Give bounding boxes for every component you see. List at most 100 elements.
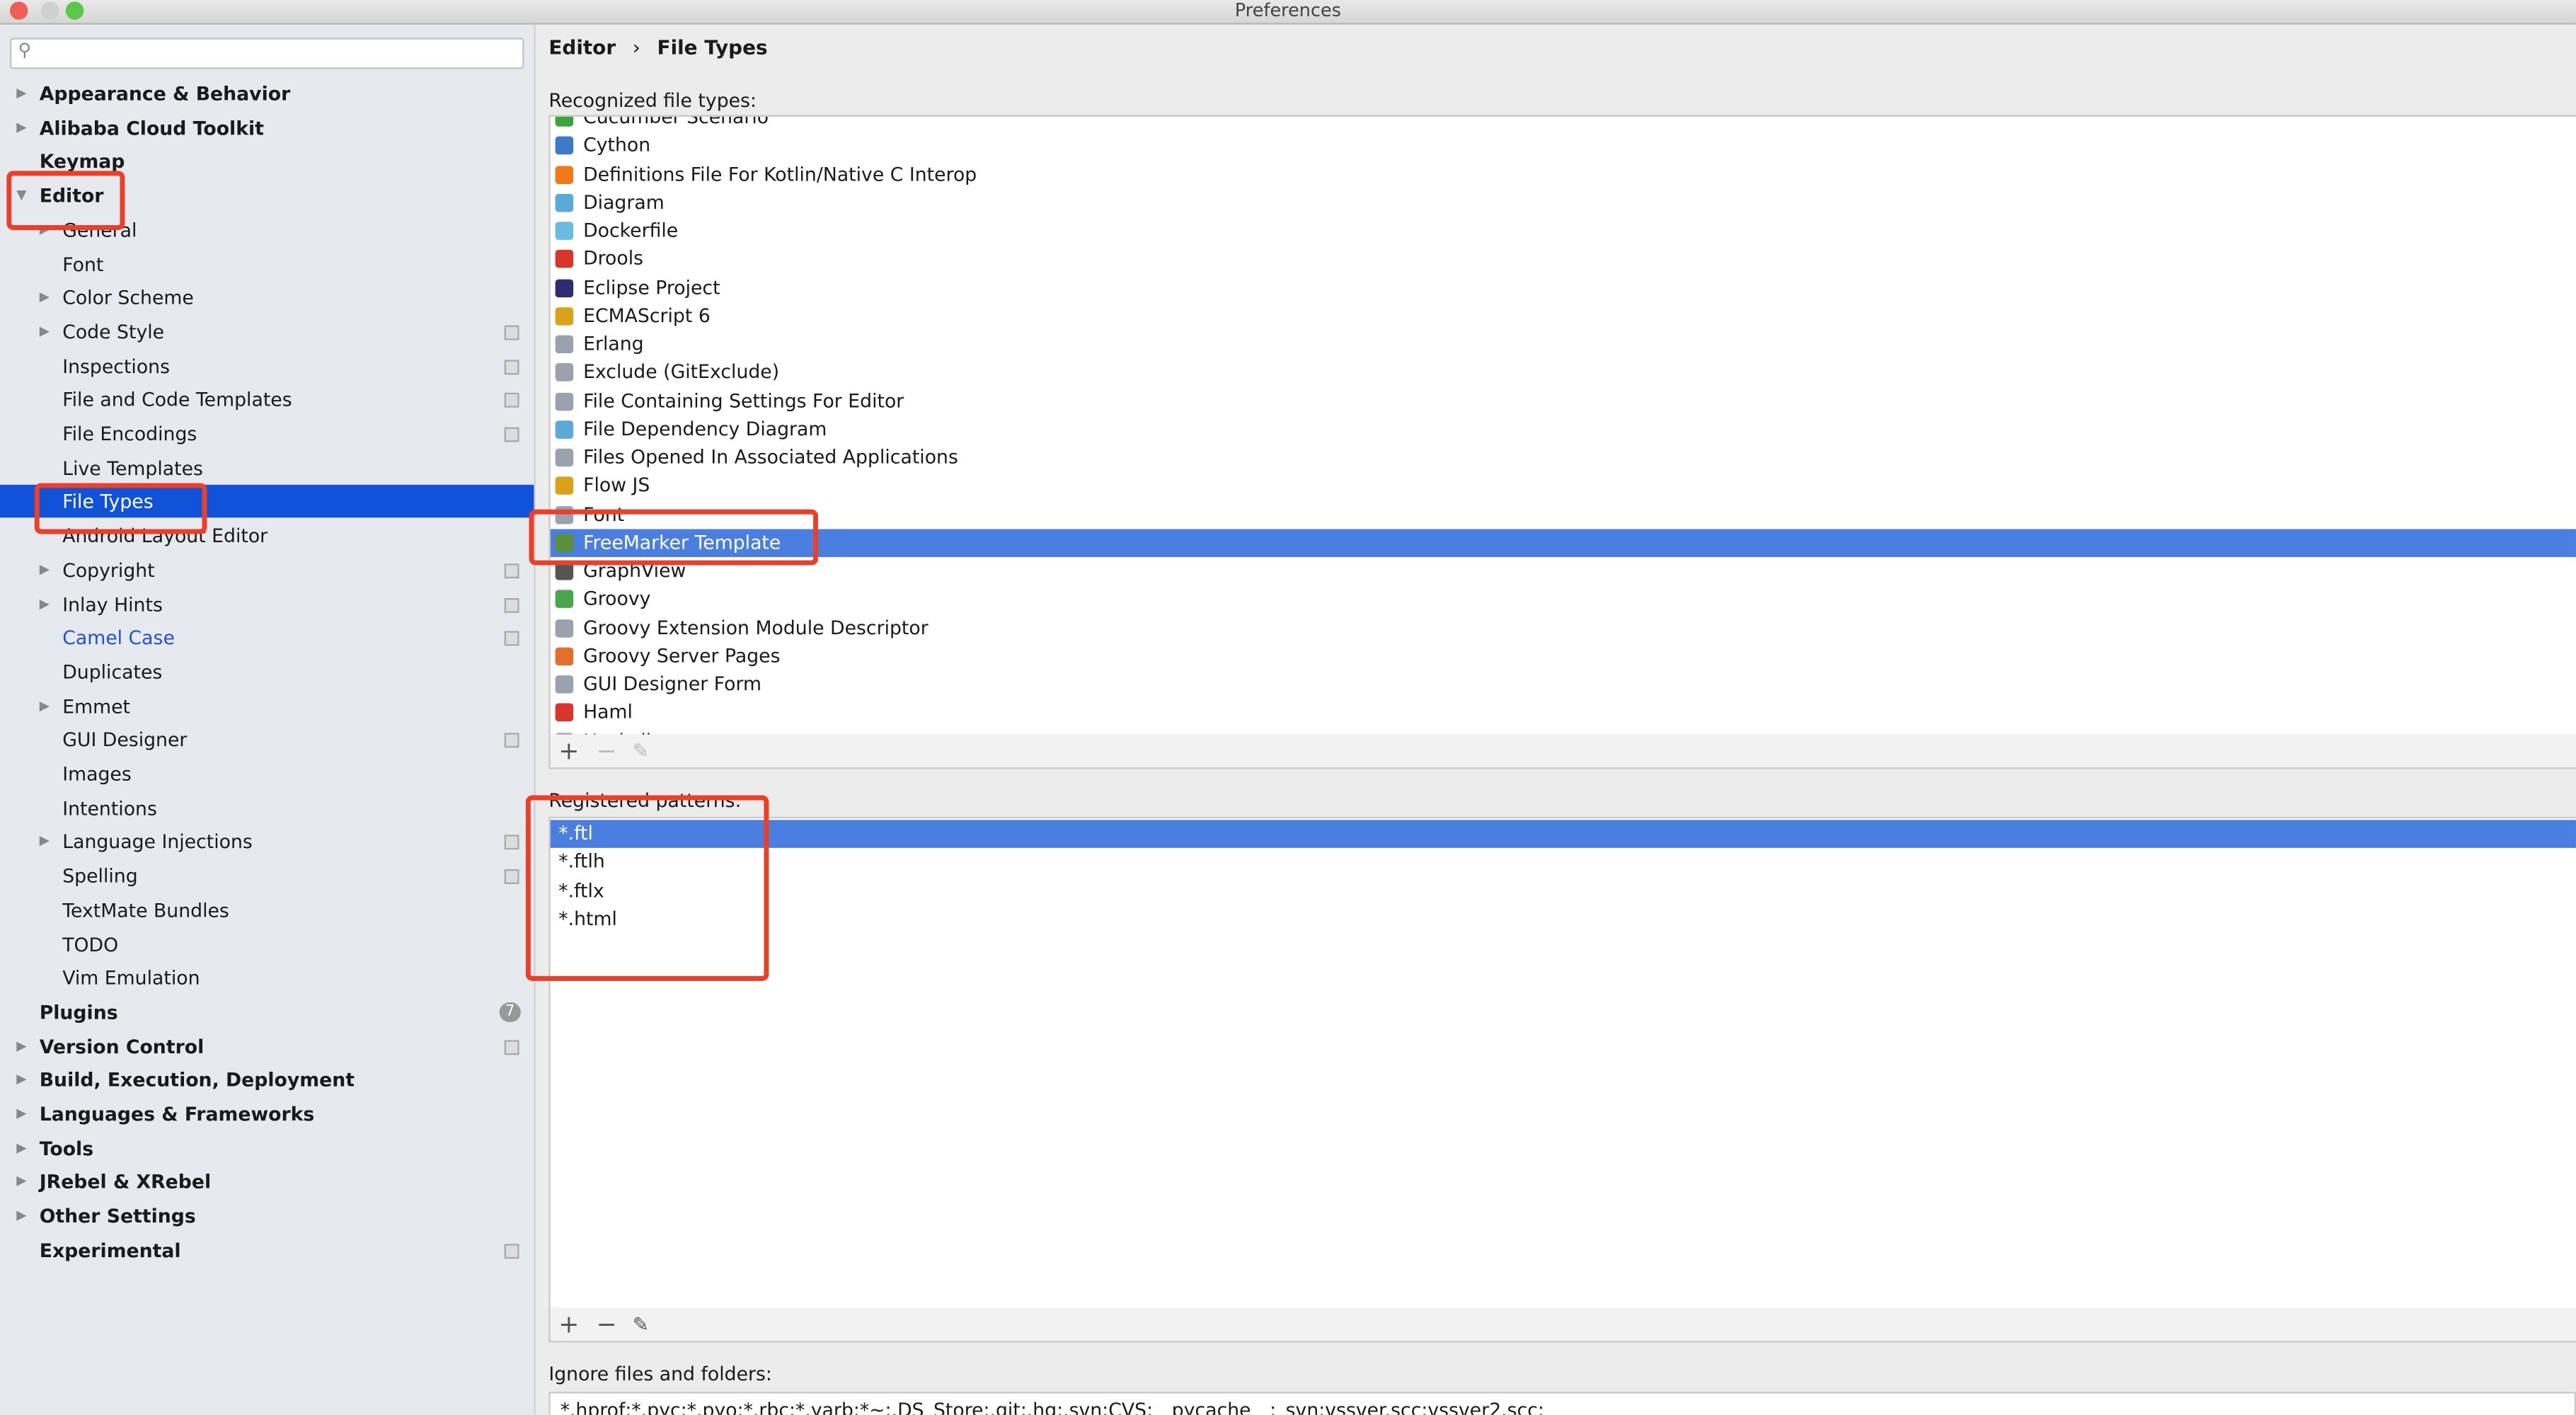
sidebar-item-build-execution-deployment[interactable]: ▶ Build, Execution, Deployment (0, 1064, 534, 1096)
sidebar-item-general[interactable]: ▶ General (0, 213, 534, 246)
file-type-row[interactable]: Flow JS (551, 472, 2576, 500)
file-type-row[interactable]: Cython (551, 132, 2576, 159)
sidebar-item-other-settings[interactable]: ▶ Other Settings (0, 1200, 534, 1232)
sidebar-item-alibaba-cloud-toolkit[interactable]: ▶ Alibaba Cloud Toolkit (0, 111, 534, 144)
file-type-row[interactable]: Exclude (GitExclude) (551, 359, 2576, 386)
file-type-row[interactable]: Erlang (551, 331, 2576, 358)
sidebar-item-textmate-bundles[interactable]: TextMate Bundles (0, 893, 534, 926)
project-settings-icon (504, 835, 519, 851)
sidebar-item-keymap[interactable]: Keymap (0, 145, 534, 178)
file-type-row[interactable]: Groovy Server Pages (551, 642, 2576, 670)
file-type-row[interactable]: Cucumber Scenario (551, 116, 2576, 132)
sidebar-item-spelling[interactable]: Spelling (0, 859, 534, 892)
edit-file-type-button[interactable]: ✎ (633, 735, 649, 767)
patterns-list[interactable]: *.ftl *.ftlh *.ftlx *.html (548, 816, 2576, 1310)
collapsed-arrow-icon[interactable]: ▶ (40, 281, 50, 314)
collapsed-arrow-icon[interactable]: ▶ (40, 213, 50, 246)
sidebar-item-file-and-code-templates[interactable]: File and Code Templates (0, 384, 534, 416)
sidebar-item-editor[interactable]: ▼ Editor (0, 179, 534, 212)
sidebar-item-language-injections[interactable]: ▶ Language Injections (0, 825, 534, 858)
sidebar-item-gui-designer[interactable]: GUI Designer (0, 723, 534, 756)
file-type-row[interactable]: Font (551, 500, 2576, 528)
sidebar-item-label: TODO (62, 932, 119, 956)
file-type-row[interactable]: Definitions File For Kotlin/Native C Int… (551, 160, 2576, 188)
file-type-row[interactable]: Haml (551, 699, 2576, 726)
file-types-list[interactable]: Cucumber Scenario Cython Definitions File … (548, 115, 2576, 736)
edit-pattern-button[interactable]: ✎ (633, 1308, 649, 1341)
sidebar-item-color-scheme[interactable]: ▶ Color Scheme (0, 281, 534, 314)
search-input[interactable]: ⚲ (9, 38, 524, 69)
file-type-row[interactable]: File Containing Settings For Editor (551, 387, 2576, 415)
pattern-row[interactable]: *.html (551, 905, 2576, 933)
sidebar-item-label: Android Layout Editor (62, 524, 268, 548)
sidebar-item-version-control[interactable]: ▶ Version Control (0, 1030, 534, 1062)
maximize-button[interactable] (65, 1, 84, 20)
ignore-files-input[interactable]: *.hprof;*.pyc;*.pyo;*.rbc;*.yarb;*~;.DS_… (548, 1392, 2576, 1415)
sidebar-item-appearance-behavior[interactable]: ▶ Appearance & Behavior (0, 77, 534, 110)
file-type-row[interactable]: Groovy (551, 585, 2576, 613)
remove-file-type-button[interactable]: − (597, 735, 617, 767)
file-type-row[interactable]: Groovy Extension Module Descriptor (551, 614, 2576, 641)
sidebar-item-duplicates[interactable]: Duplicates (0, 655, 534, 688)
file-type-row[interactable]: Dockerfile (551, 217, 2576, 244)
breadcrumb-parent[interactable]: Editor (548, 36, 616, 59)
file-type-row[interactable]: Eclipse Project (551, 274, 2576, 302)
file-type-row[interactable]: GraphView (551, 557, 2576, 585)
collapsed-arrow-icon[interactable]: ▶ (16, 1098, 26, 1130)
sidebar-item-live-templates[interactable]: Live Templates (0, 452, 534, 484)
sidebar-item-emmet[interactable]: ▶ Emmet (0, 689, 534, 722)
file-type-row[interactable]: FreeMarker Template (550, 528, 2576, 557)
sidebar-item-copyright[interactable]: ▶ Copyright (0, 554, 534, 586)
add-file-type-button[interactable]: + (558, 735, 579, 767)
sidebar-item-android-layout-editor[interactable]: Android Layout Editor (0, 520, 534, 552)
pattern-row[interactable]: *.ftl (550, 820, 2576, 848)
pattern-row[interactable]: *.ftlx (551, 876, 2576, 904)
file-type-icon (555, 165, 574, 183)
sidebar-item-inspections[interactable]: Inspections (0, 350, 534, 382)
file-type-row[interactable]: File Dependency Diagram (551, 416, 2576, 443)
collapsed-arrow-icon[interactable]: ▶ (16, 77, 26, 110)
collapsed-arrow-icon[interactable]: ▶ (16, 1030, 26, 1062)
collapsed-arrow-icon[interactable]: ▶ (16, 1200, 26, 1232)
sidebar-item-label: Plugins (39, 1000, 118, 1024)
collapsed-arrow-icon[interactable]: ▶ (16, 1064, 26, 1096)
collapsed-arrow-icon[interactable]: ▶ (16, 1132, 26, 1164)
file-type-row[interactable]: Diagram (551, 188, 2576, 216)
collapsed-arrow-icon[interactable]: ▶ (16, 111, 26, 144)
file-type-row[interactable]: Drools (551, 245, 2576, 273)
sidebar-item-file-encodings[interactable]: File Encodings (0, 418, 534, 450)
breadcrumb-current: File Types (657, 36, 768, 59)
sidebar-item-camel-case[interactable]: Camel Case (0, 621, 534, 654)
pattern-row[interactable]: *.ftlh (551, 848, 2576, 876)
file-type-row[interactable]: GUI Designer Form (551, 670, 2576, 698)
sidebar-item-todo[interactable]: TODO (0, 927, 534, 960)
file-type-row[interactable]: ECMAScript 6 (551, 302, 2576, 330)
sidebar-item-vim-emulation[interactable]: Vim Emulation (0, 961, 534, 994)
collapsed-arrow-icon[interactable]: ▶ (16, 1166, 26, 1198)
collapsed-arrow-icon[interactable]: ▶ (40, 315, 50, 348)
sidebar-item-intentions[interactable]: Intentions (0, 791, 534, 824)
file-type-row[interactable]: Files Opened In Associated Applications (551, 444, 2576, 471)
sidebar-item-images[interactable]: Images (0, 757, 534, 790)
sidebar-item-experimental[interactable]: Experimental (0, 1234, 534, 1266)
sidebar-item-jrebel-xrebel[interactable]: ▶ JRebel & XRebel (0, 1166, 534, 1198)
close-button[interactable] (9, 1, 28, 20)
sidebar-item-code-style[interactable]: ▶ Code Style (0, 315, 534, 348)
sidebar-item-file-types[interactable]: File Types (0, 485, 534, 519)
sidebar-item-languages-frameworks[interactable]: ▶ Languages & Frameworks (0, 1098, 534, 1130)
sidebar-item-tools[interactable]: ▶ Tools (0, 1132, 534, 1164)
collapsed-arrow-icon[interactable]: ▶ (40, 689, 50, 722)
add-pattern-button[interactable]: + (558, 1308, 579, 1341)
collapsed-arrow-icon[interactable]: ▶ (40, 588, 50, 620)
sidebar-item-plugins[interactable]: Plugins 7 (0, 996, 534, 1029)
sidebar-item-font[interactable]: Font (0, 247, 534, 280)
collapsed-arrow-icon[interactable]: ▶ (40, 825, 50, 858)
collapsed-arrow-icon[interactable]: ▶ (40, 554, 50, 586)
file-type-name: Diagram (583, 190, 665, 214)
minimize-button[interactable] (41, 1, 59, 20)
sidebar-item-inlay-hints[interactable]: ▶ Inlay Hints (0, 588, 534, 620)
remove-pattern-button[interactable]: − (597, 1308, 617, 1341)
file-type-icon (555, 448, 574, 467)
expanded-arrow-icon[interactable]: ▼ (16, 179, 26, 212)
file-type-icon (555, 704, 574, 722)
